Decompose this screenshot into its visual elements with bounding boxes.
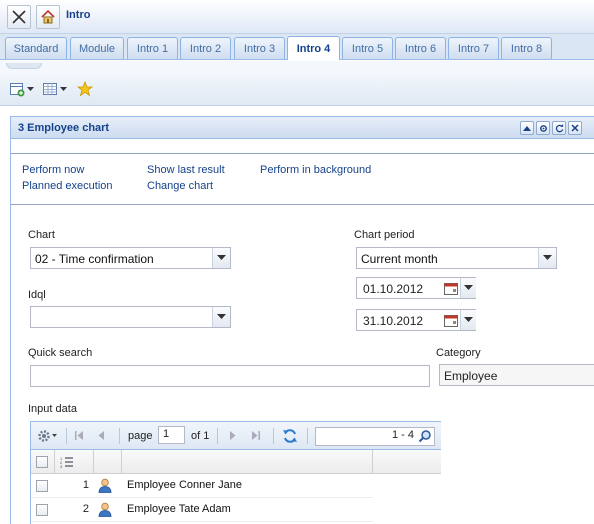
collapse-up-icon[interactable] <box>520 121 534 135</box>
row-number: 2 <box>82 503 89 515</box>
grid-range-value: 1 - 4 <box>392 429 415 441</box>
close-icon[interactable] <box>7 5 31 29</box>
person-icon <box>98 502 112 520</box>
calendar-icon[interactable] <box>443 279 459 297</box>
chevron-down-icon[interactable] <box>538 248 556 268</box>
chart-select-value: 02 - Time confirmation <box>35 252 154 266</box>
input-data-grid: page 1 of 1 1 - 4 123 1 Employee Conner … <box>30 421 441 524</box>
date-from-field[interactable]: 01.10.2012 <box>356 277 476 299</box>
separator <box>217 428 218 444</box>
separator <box>119 428 120 444</box>
page-count-label: of 1 <box>191 430 210 442</box>
add-view-icon[interactable] <box>9 80 34 98</box>
employee-name: Employee Conner Jane <box>127 479 242 491</box>
idql-select[interactable] <box>30 306 231 328</box>
refresh-icon[interactable] <box>552 121 566 135</box>
close-panel-icon[interactable] <box>568 121 582 135</box>
app-title: Intro <box>66 9 91 21</box>
idql-label: Idql <box>28 289 46 301</box>
row-checkbox[interactable] <box>36 504 48 516</box>
collapse-handle[interactable] <box>6 63 42 69</box>
date-to-field[interactable]: 31.10.2012 <box>356 309 476 331</box>
next-page-icon[interactable] <box>229 430 237 444</box>
column-separator <box>121 450 122 474</box>
date-to-value: 31.10.2012 <box>363 314 424 328</box>
separator <box>273 428 274 444</box>
chart-period-value: Current month <box>361 252 438 266</box>
panel-title: 3 Employee chart <box>18 122 110 134</box>
tab-module[interactable]: Module <box>70 37 124 59</box>
tab-intro-7[interactable]: Intro 7 <box>448 37 499 59</box>
category-value: Employee <box>444 369 498 383</box>
chevron-down-icon[interactable] <box>460 310 476 330</box>
chevron-down-icon[interactable] <box>460 278 476 298</box>
favorite-star-icon[interactable] <box>77 80 93 98</box>
separator <box>66 428 67 444</box>
select-all-checkbox[interactable] <box>36 456 48 468</box>
tab-strip: Standard Module Intro 1 Intro 2 Intro 3 … <box>0 34 594 60</box>
row-number: 1 <box>82 479 89 491</box>
reload-icon[interactable] <box>282 428 298 447</box>
category-field: Employee <box>439 364 594 386</box>
table-row[interactable]: 2 Employee Tate Adam <box>31 498 373 522</box>
settings-icon[interactable] <box>536 121 550 135</box>
collapse-bar <box>0 61 594 72</box>
chevron-down-icon[interactable] <box>212 307 230 327</box>
show-last-result-link[interactable]: Show last result <box>147 164 225 176</box>
divider <box>11 153 594 154</box>
change-chart-link[interactable]: Change chart <box>147 180 213 192</box>
tab-intro-1[interactable]: Intro 1 <box>127 37 178 59</box>
chevron-down-icon[interactable] <box>212 248 230 268</box>
chart-period-label: Chart period <box>354 229 415 241</box>
page-number-value: 1 <box>163 428 170 440</box>
row-checkbox[interactable] <box>36 480 48 492</box>
employee-name: Employee Tate Adam <box>127 503 231 515</box>
column-separator <box>372 450 373 474</box>
grid-pager: page 1 of 1 1 - 4 <box>31 421 441 450</box>
first-page-icon[interactable] <box>74 430 84 444</box>
column-separator <box>93 450 94 474</box>
last-page-icon[interactable] <box>251 430 261 444</box>
input-data-label: Input data <box>28 403 77 415</box>
planned-execution-link[interactable]: Planned execution <box>22 180 113 192</box>
tab-intro-5[interactable]: Intro 5 <box>342 37 393 59</box>
date-from-value: 01.10.2012 <box>363 282 424 296</box>
page-number-input[interactable]: 1 <box>158 426 185 444</box>
gear-icon[interactable] <box>37 429 57 446</box>
chart-label: Chart <box>28 229 55 241</box>
column-separator <box>54 450 55 474</box>
table-view-icon[interactable] <box>42 80 67 98</box>
toolbar <box>0 72 594 106</box>
perform-now-link[interactable]: Perform now <box>22 164 84 176</box>
tab-standard[interactable]: Standard <box>5 37 67 59</box>
separator <box>307 428 308 444</box>
chart-select[interactable]: 02 - Time confirmation <box>30 247 231 269</box>
tab-intro-8[interactable]: Intro 8 <box>501 37 552 59</box>
search-icon[interactable] <box>418 429 432 446</box>
home-icon[interactable] <box>36 5 60 29</box>
svg-text:3: 3 <box>60 464 63 469</box>
chart-period-select[interactable]: Current month <box>356 247 557 269</box>
quick-search-label: Quick search <box>28 347 93 359</box>
top-bar: Intro <box>0 0 594 34</box>
tab-intro-4[interactable]: Intro 4 <box>287 36 340 60</box>
quick-search-input[interactable] <box>30 365 430 387</box>
tab-intro-3[interactable]: Intro 3 <box>234 37 285 59</box>
person-icon <box>98 478 112 496</box>
perform-background-link[interactable]: Perform in background <box>260 164 371 176</box>
category-label: Category <box>436 347 481 359</box>
calendar-icon[interactable] <box>443 311 459 329</box>
row-numbers-icon: 123 <box>60 455 74 472</box>
panel-header: 3 Employee chart <box>11 117 594 139</box>
grid-header: 123 <box>31 450 441 474</box>
page-label: page <box>128 430 153 442</box>
tab-intro-6[interactable]: Intro 6 <box>395 37 446 59</box>
grid-search-input[interactable]: 1 - 4 <box>315 427 435 446</box>
table-row[interactable]: 1 Employee Conner Jane <box>31 474 373 498</box>
tab-intro-2[interactable]: Intro 2 <box>180 37 231 59</box>
prev-page-icon[interactable] <box>97 430 105 444</box>
divider <box>11 204 594 205</box>
